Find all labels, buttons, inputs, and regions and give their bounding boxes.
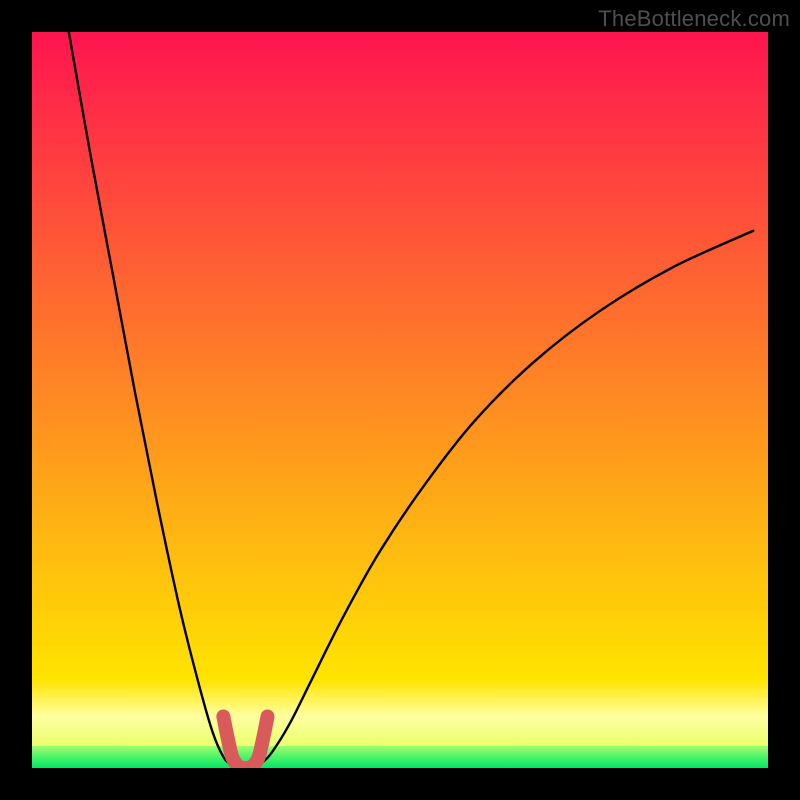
chart-frame: TheBottleneck.com [0,0,800,800]
plot-area [32,32,768,768]
gradient-background [32,32,768,768]
bottleneck-chart [32,32,768,768]
watermark-text: TheBottleneck.com [598,6,790,32]
